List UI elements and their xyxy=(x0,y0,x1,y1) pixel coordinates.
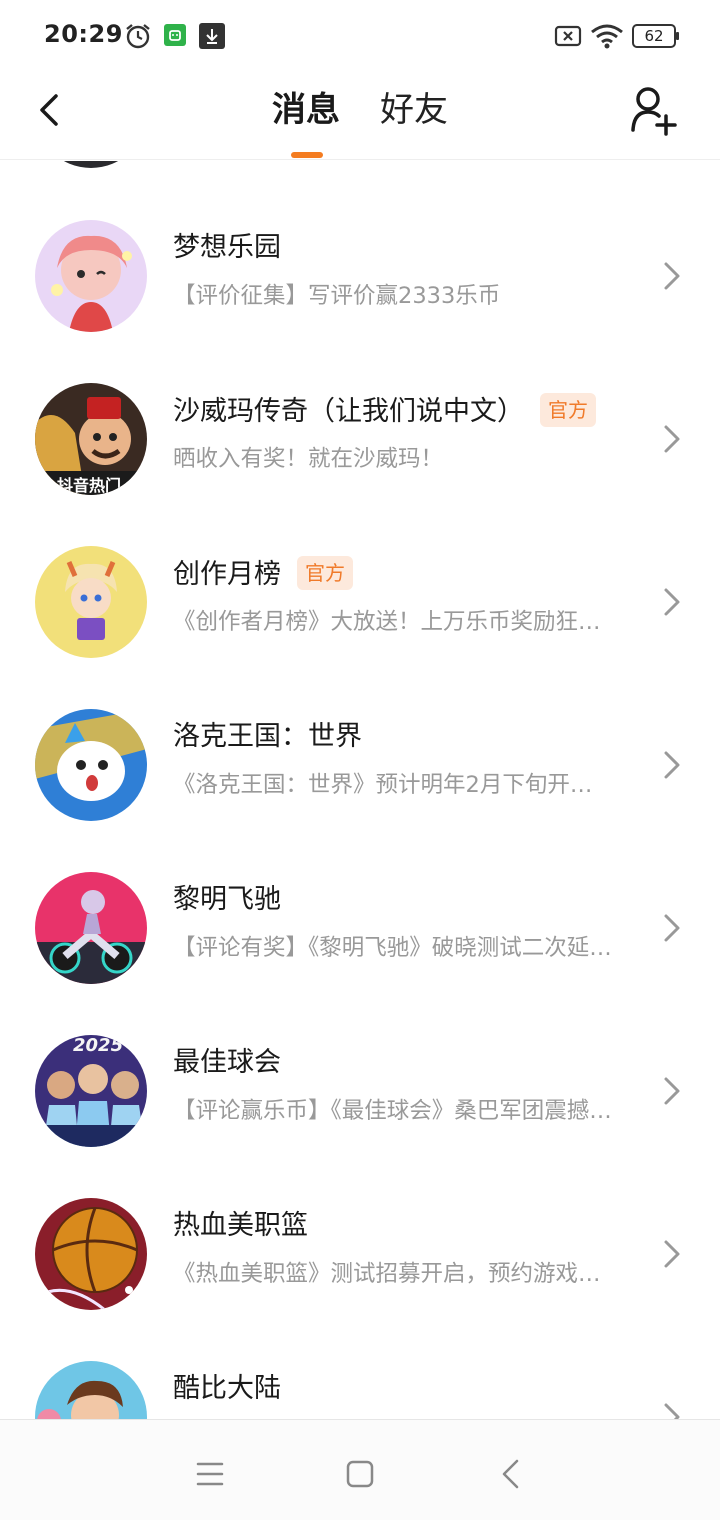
avatar xyxy=(35,220,147,332)
conversation-preview: 《创作者月榜》大放送！上万乐币奖励狂… xyxy=(173,609,601,635)
chevron-right-icon xyxy=(664,1240,680,1268)
status-time: 20:29 xyxy=(44,20,123,48)
conversation-list[interactable]: 梦想乐园 【评价征集】写评价赢2333乐币 抖音热门 沙威玛传奇（让我们说中文）… xyxy=(0,161,720,1419)
list-item[interactable]: 酷比大陆 xyxy=(0,1361,720,1419)
avatar: 2025 xyxy=(35,1035,147,1147)
conversation-title: 创作月榜 官方 xyxy=(173,556,353,593)
conversation-preview: 《热血美职篮》测试招募开启，预约游戏… xyxy=(173,1261,601,1287)
download-icon xyxy=(199,23,225,49)
list-item[interactable]: 2025 最佳球会 【评论赢乐币】《最佳球会》桑巴军团震撼… xyxy=(0,1035,720,1198)
conversation-preview: 晒收入有奖！就在沙威玛！ xyxy=(173,446,444,472)
avatar: 抖音热门 xyxy=(35,383,147,495)
conversation-title: 黎明飞驰 xyxy=(173,884,281,915)
home-button[interactable] xyxy=(340,1454,380,1494)
chevron-right-icon xyxy=(664,1403,680,1419)
avatar-label: 抖音热门 xyxy=(57,476,122,495)
menu-button[interactable] xyxy=(190,1454,230,1494)
add-friend-button[interactable] xyxy=(628,84,680,136)
system-nav-bar xyxy=(0,1419,720,1520)
avatar xyxy=(35,709,147,821)
avatar xyxy=(35,546,147,658)
conversation-title-text: 沙威玛传奇（让我们说中文） xyxy=(173,396,524,427)
wifi-icon xyxy=(591,24,623,49)
conversation-title: 沙威玛传奇（让我们说中文） 官方 xyxy=(173,393,596,430)
official-badge: 官方 xyxy=(297,556,353,590)
app-icon xyxy=(164,24,186,46)
chevron-right-icon xyxy=(664,425,680,453)
avatar xyxy=(35,161,147,168)
avatar xyxy=(35,872,147,984)
official-badge: 官方 xyxy=(540,393,596,427)
battery-icon: 62 xyxy=(632,24,680,48)
conversation-preview: 《洛克王国：世界》预计明年2月下旬开… xyxy=(173,772,593,798)
avatar xyxy=(35,1361,147,1419)
back-button[interactable] xyxy=(28,88,72,132)
battery-level: 62 xyxy=(644,27,664,45)
conversation-preview: 【评论有奖】《黎明飞驰》破晓测试二次延… xyxy=(173,935,612,961)
nav-back-button[interactable] xyxy=(492,1454,532,1494)
list-item[interactable]: 梦想乐园 【评价征集】写评价赢2333乐币 xyxy=(0,220,720,383)
list-item[interactable]: 洛克王国：世界 《洛克王国：世界》预计明年2月下旬开… xyxy=(0,709,720,872)
chevron-right-icon xyxy=(664,914,680,942)
list-item[interactable]: 黎明飞驰 【评论有奖】《黎明飞驰》破晓测试二次延… xyxy=(0,872,720,1035)
sim-off-icon xyxy=(554,25,582,47)
conversation-title: 梦想乐园 xyxy=(173,232,281,263)
active-tab-indicator xyxy=(291,152,323,158)
chevron-right-icon xyxy=(664,262,680,290)
alarm-icon xyxy=(126,24,150,49)
conversation-title: 酷比大陆 xyxy=(173,1373,281,1404)
list-item[interactable]: 热血美职篮 《热血美职篮》测试招募开启，预约游戏… xyxy=(0,1198,720,1361)
list-item[interactable]: 抖音热门 沙威玛传奇（让我们说中文） 官方 晒收入有奖！就在沙威玛！ xyxy=(0,383,720,546)
list-item[interactable]: 创作月榜 官方 《创作者月榜》大放送！上万乐币奖励狂… xyxy=(0,546,720,709)
conversation-preview: 【评论赢乐币】《最佳球会》桑巴军团震撼… xyxy=(173,1098,612,1124)
tab-messages[interactable]: 消息 xyxy=(272,88,340,132)
conversation-title: 热血美职篮 xyxy=(173,1210,308,1241)
chevron-right-icon xyxy=(664,1077,680,1105)
chevron-right-icon xyxy=(664,751,680,779)
avatar xyxy=(35,1198,147,1310)
status-bar: 20:29 62 xyxy=(0,0,720,72)
conversation-title: 洛克王国：世界 xyxy=(173,721,362,752)
top-app-bar: 消息 好友 xyxy=(0,72,720,160)
avatar-label: 2025 xyxy=(73,1035,124,1056)
chevron-right-icon xyxy=(664,588,680,616)
conversation-title-text: 创作月榜 xyxy=(173,559,281,590)
tab-friends[interactable]: 好友 xyxy=(380,88,448,132)
conversation-preview: 【评价征集】写评价赢2333乐币 xyxy=(173,283,501,309)
conversation-title: 最佳球会 xyxy=(173,1047,281,1078)
